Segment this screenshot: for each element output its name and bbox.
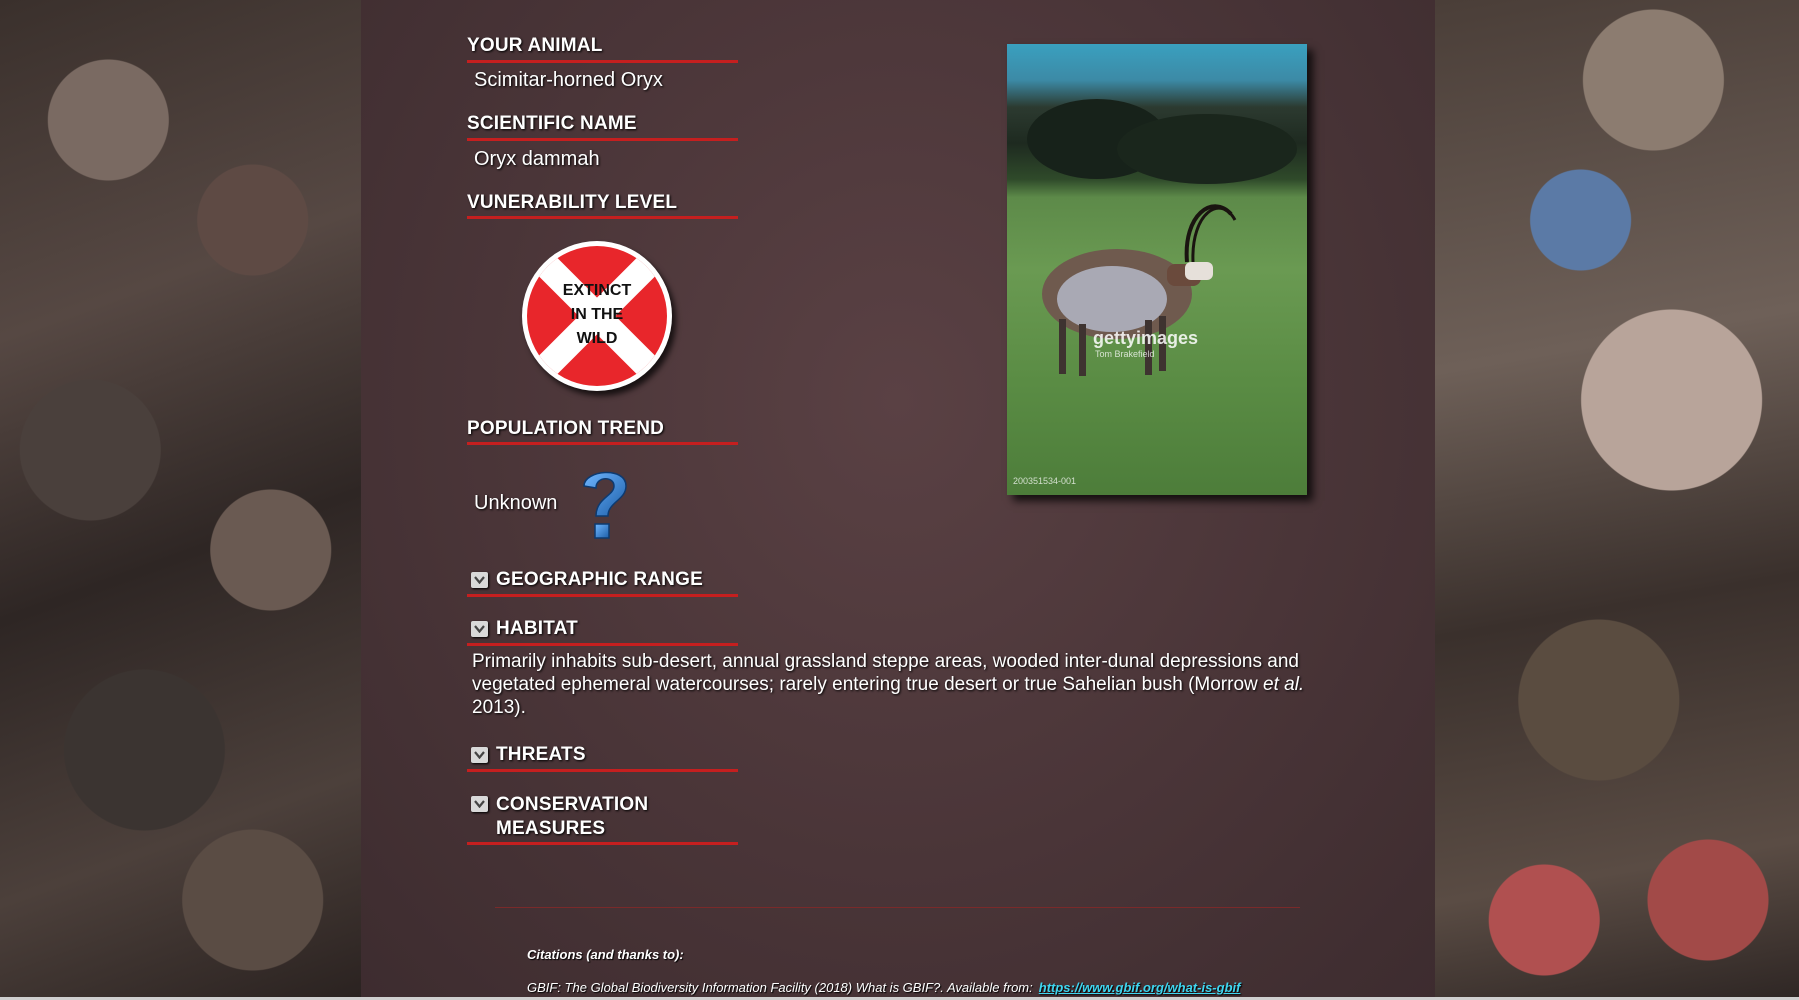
photo-id: 200351534-001 — [1013, 476, 1077, 486]
vulnerability-heading: VUNERABILITY LEVEL — [467, 192, 678, 213]
question-mark-icon — [583, 471, 627, 539]
threats-toggle[interactable]: THREATS — [471, 744, 586, 766]
scientific-name-heading: SCIENTIFIC NAME — [467, 113, 637, 134]
population-trend-heading: POPULATION TREND — [467, 418, 665, 439]
photo-watermark: gettyimages — [1093, 328, 1199, 348]
habitat-description: Primarily inhabits sub-desert, annual gr… — [472, 650, 1332, 719]
heading-rule — [467, 138, 738, 141]
heading-rule — [467, 769, 738, 772]
threats-label: THREATS — [496, 744, 586, 765]
animal-photo: gettyimages Tom Brakefield 200351534-001 — [1007, 44, 1307, 495]
citation-text: GBIF: The Global Biodiversity Informatio… — [527, 980, 1033, 995]
heading-rule — [467, 60, 738, 63]
left-animal-collage — [0, 0, 361, 1000]
habitat-text-italic: et al. — [1263, 674, 1305, 695]
chevron-down-icon — [471, 747, 488, 763]
chevron-down-icon — [471, 621, 488, 637]
animal-name: Scimitar-horned Oryx — [474, 69, 663, 91]
right-animal-collage — [1435, 0, 1799, 1000]
scientific-name: Oryx dammah — [474, 148, 600, 170]
conservation-measures-label: CONSERVATION MEASURES — [496, 794, 649, 839]
citation-entry: GBIF: The Global Biodiversity Informatio… — [527, 980, 1240, 995]
badge-text: EXTINCT IN THE WILD — [562, 282, 632, 347]
heading-rule — [467, 594, 738, 597]
heading-rule — [467, 842, 738, 845]
population-trend-value: Unknown — [474, 492, 558, 514]
your-animal-heading: YOUR ANIMAL — [467, 35, 603, 56]
citations-title: Citations (and thanks to): — [527, 947, 684, 962]
heading-rule — [467, 442, 738, 445]
habitat-text-part: Primarily inhabits sub-desert, annual gr… — [472, 651, 1299, 695]
oryx-illustration — [1027, 99, 1297, 376]
citation-link[interactable]: https://www.gbif.org/what-is-gbif — [1039, 980, 1241, 995]
habitat-text-part: 2013). — [472, 697, 526, 718]
habitat-label: HABITAT — [496, 618, 578, 639]
footer-divider — [495, 907, 1300, 908]
heading-rule — [467, 643, 738, 646]
heading-rule — [467, 216, 738, 219]
extinct-in-the-wild-badge: EXTINCT IN THE WILD — [522, 241, 672, 391]
photo-credit: Tom Brakefield — [1095, 349, 1155, 359]
geographic-range-label: GEOGRAPHIC RANGE — [496, 569, 703, 590]
chevron-down-icon — [471, 796, 488, 812]
habitat-toggle[interactable]: HABITAT — [471, 618, 578, 640]
conservation-measures-toggle[interactable]: CONSERVATION MEASURES — [471, 793, 666, 841]
geographic-range-toggle[interactable]: GEOGRAPHIC RANGE — [471, 569, 703, 591]
chevron-down-icon — [471, 572, 488, 588]
